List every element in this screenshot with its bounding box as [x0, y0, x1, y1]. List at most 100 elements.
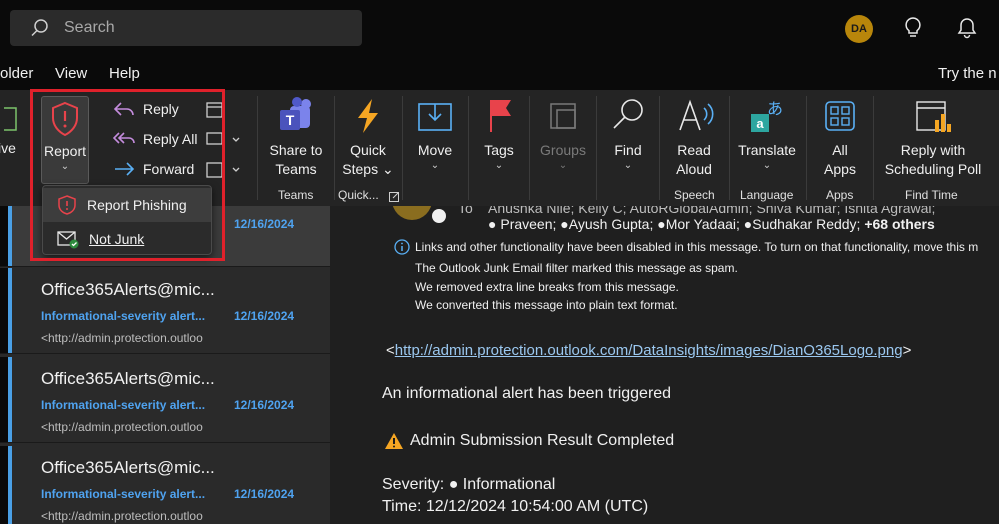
tags-button[interactable]: Tags ⌄: [476, 96, 522, 172]
report-menu: Report Phishing Not Junk: [42, 185, 212, 255]
group-label-apps: Apps: [826, 188, 854, 202]
archive-icon: [0, 107, 17, 131]
recipient[interactable]: Mor Yadaai;: [666, 216, 740, 232]
presence-icon: [432, 209, 446, 223]
unread-indicator: [8, 206, 12, 266]
forward-icon: [115, 162, 135, 176]
im-reply-icon[interactable]: [205, 130, 241, 155]
unread-indicator: [8, 446, 12, 524]
recipient[interactable]: Praveen;: [500, 216, 556, 232]
move-button[interactable]: Move ⌄: [410, 96, 460, 172]
magnifier-icon: [613, 99, 643, 129]
message-date: 12/16/2024: [234, 309, 295, 323]
recipients-line: Anushka Nile; Kelly C; AutoRGlobalAdmin;…: [488, 206, 936, 216]
archive-button[interactable]: ive: [0, 102, 22, 158]
list-item[interactable]: Office365Alerts@mic... Informational-sev…: [0, 357, 330, 443]
message-date: 12/16/2024: [234, 487, 295, 501]
message-date: 12/16/2024: [234, 398, 295, 412]
severity-line: Severity: ● Informational: [382, 476, 556, 493]
read-aloud-icon: [679, 99, 714, 131]
info-bar-line: The Outlook Junk Email filter marked thi…: [415, 261, 738, 275]
translate-button[interactable]: aあ Translate ⌄: [736, 96, 798, 172]
time-line: Time: 12/12/2024 10:54:00 AM (UTC): [382, 498, 649, 515]
to-label: To: [458, 206, 473, 216]
separator: [659, 96, 660, 200]
more-recipients-link[interactable]: +68 others: [864, 216, 934, 232]
left-gutter: [0, 357, 8, 442]
message-date: 12/16/2024: [234, 217, 295, 231]
reply-all-button[interactable]: Reply All: [113, 130, 197, 148]
chevron-down-icon: ⌄: [60, 161, 70, 172]
avatar[interactable]: DA: [845, 15, 873, 43]
left-gutter: [0, 446, 8, 524]
groups-icon: [550, 103, 576, 129]
message-preview: <http://admin.protection.outloo: [41, 331, 203, 345]
scheduling-poll-button[interactable]: Reply with Scheduling Poll: [880, 96, 986, 179]
quick-steps-button[interactable]: Quick Steps ⌄: [340, 96, 396, 179]
separator: [806, 96, 807, 200]
move-folder-icon: [418, 103, 452, 131]
forward-button[interactable]: Forward: [113, 160, 194, 178]
read-aloud-button[interactable]: Read Aloud: [666, 96, 722, 179]
menu-help[interactable]: Help: [109, 65, 140, 82]
report-phishing-item[interactable]: Report Phishing: [43, 188, 211, 222]
chevron-down-icon: ⌄: [494, 160, 504, 171]
message-sender: Office365Alerts@mic...: [41, 369, 215, 388]
separator: [468, 96, 469, 200]
menu-view[interactable]: View: [55, 65, 87, 82]
menu-bar: older View Help Try the n: [0, 58, 999, 90]
svg-text:a: a: [756, 116, 764, 131]
menu-folder[interactable]: older: [0, 65, 33, 82]
message-preview: <http://admin.protection.outloo: [41, 509, 203, 523]
meeting-reply-icon[interactable]: [205, 100, 225, 125]
recipient[interactable]: Sudhakar Reddy;: [752, 216, 860, 232]
mail-check-icon: [57, 231, 79, 249]
list-item[interactable]: Office365Alerts@mic... Informational-sev…: [0, 268, 330, 354]
chevron-down-icon: ⌄: [623, 160, 633, 171]
apps-grid-icon: [825, 101, 855, 131]
shield-alert-icon: [52, 101, 78, 137]
chevron-down-icon: ⌄: [430, 160, 440, 171]
shield-alert-icon: [58, 195, 76, 215]
left-gutter: [0, 206, 8, 266]
find-button[interactable]: Find ⌄: [604, 96, 652, 172]
reply-button[interactable]: Reply: [113, 100, 179, 118]
not-junk-item[interactable]: Not Junk: [43, 222, 211, 256]
separator: [334, 96, 335, 200]
info-icon: [394, 239, 410, 260]
message-subject: Informational-severity alert...: [41, 487, 206, 501]
unread-indicator: [8, 357, 12, 442]
info-bar-line: We converted this message into plain tex…: [415, 298, 678, 312]
chevron-down-icon: ⌄: [762, 160, 772, 171]
more-respond-icon[interactable]: [205, 160, 241, 185]
title-bar: DA: [0, 0, 999, 58]
left-gutter: [0, 268, 8, 353]
lightbulb-icon[interactable]: [902, 16, 924, 40]
separator: [257, 96, 258, 200]
unread-indicator: [8, 268, 12, 353]
list-item[interactable]: Office365Alerts@mic... Informational-sev…: [0, 446, 330, 524]
translate-icon: aあ: [751, 99, 783, 132]
info-bar-line: We removed extra line breaks from this m…: [415, 280, 679, 294]
report-button[interactable]: Report ⌄: [41, 96, 89, 184]
flag-icon: [490, 100, 511, 132]
reading-pane: To Anushka Nile; Kelly C; AutoRGlobalAdm…: [330, 206, 999, 524]
svg-text:T: T: [286, 112, 295, 128]
recipient[interactable]: Ayush Gupta;: [569, 216, 654, 232]
search-input[interactable]: [64, 19, 324, 37]
result-line: Admin Submission Result Completed: [410, 432, 675, 449]
reply-all-icon: [113, 132, 135, 144]
all-apps-button[interactable]: All Apps: [814, 96, 866, 179]
bell-icon[interactable]: [956, 16, 978, 40]
body-link[interactable]: http://admin.protection.outlook.com/Data…: [395, 342, 903, 359]
separator: [596, 96, 597, 200]
tell-me-box[interactable]: Try the n: [938, 65, 997, 82]
search-box[interactable]: [10, 10, 362, 46]
share-to-teams-button[interactable]: T Share to Teams: [264, 96, 328, 179]
chevron-down-icon: ⌄: [558, 160, 568, 171]
sender-avatar: [392, 206, 432, 220]
dialog-launcher-icon[interactable]: [389, 189, 399, 207]
alert-line: An informational alert has been triggere…: [382, 385, 672, 402]
message-preview: <http://admin.protection.outloo: [41, 420, 203, 434]
lightning-icon: [358, 99, 378, 133]
